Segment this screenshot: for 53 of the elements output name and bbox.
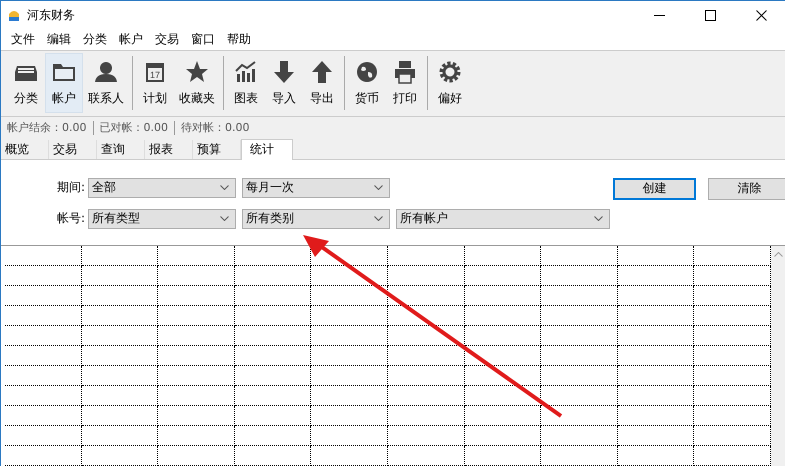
up-arrow-icon xyxy=(310,60,334,84)
down-arrow-icon xyxy=(272,60,296,84)
action-button[interactable]: 清除 xyxy=(708,178,785,200)
toolbar-button[interactable]: 收藏夹 xyxy=(174,53,220,114)
menu-item[interactable]: 窗口 xyxy=(185,31,221,48)
toolbar-button[interactable]: 17 计划 xyxy=(136,53,174,114)
scrollbar[interactable] xyxy=(771,246,785,466)
menu-item[interactable]: 帮助 xyxy=(221,31,257,48)
menu-item[interactable]: 分类 xyxy=(77,31,113,48)
chevron-down-icon xyxy=(374,185,383,190)
printer-icon xyxy=(393,60,417,84)
tab[interactable]: 报表 xyxy=(145,140,193,159)
toolbar-button[interactable]: 帐户 xyxy=(45,53,83,114)
tab[interactable]: 概览 xyxy=(1,140,49,159)
gear-icon xyxy=(438,60,462,84)
chevron-down-icon xyxy=(220,216,229,222)
chevron-down-icon xyxy=(374,216,383,222)
menu-item[interactable]: 编辑 xyxy=(41,31,77,48)
balance-text: 待对帐：0.00 xyxy=(181,120,250,136)
dropdown[interactable]: 全部 xyxy=(88,178,236,198)
menu-item[interactable]: 帐户 xyxy=(113,31,149,48)
tab[interactable]: 交易 xyxy=(49,140,97,159)
field-label: 帐号: xyxy=(56,210,85,228)
window-title: 河东财务 xyxy=(27,6,75,24)
globe-icon xyxy=(355,60,379,84)
close-icon xyxy=(756,10,767,21)
dropdown[interactable]: 所有类别 xyxy=(242,208,390,229)
chevron-down-icon xyxy=(220,185,229,190)
field-label: 期间: xyxy=(56,179,85,196)
chevron-up-icon xyxy=(774,252,782,258)
toolbar-button[interactable]: 打印 xyxy=(386,53,424,114)
person-icon xyxy=(94,60,118,84)
dropdown[interactable]: 所有类型 xyxy=(88,208,236,229)
toolbar-button[interactable]: 分类 xyxy=(7,53,45,114)
toolbar-button[interactable]: 导出 xyxy=(303,53,341,114)
dropdown[interactable]: 每月一次 xyxy=(242,178,390,198)
toolbar-button[interactable]: 联系人 xyxy=(83,53,129,114)
toolbar-button[interactable]: 导入 xyxy=(265,53,303,114)
tab[interactable]: 查询 xyxy=(97,140,145,159)
menu-item[interactable]: 交易 xyxy=(149,31,185,48)
dropdown[interactable]: 所有帐户 xyxy=(396,208,610,229)
bar-chart-icon xyxy=(234,60,258,84)
toolbar-button[interactable]: 偏好 xyxy=(431,53,469,114)
toolbar-button[interactable]: 图表 xyxy=(227,53,265,114)
chevron-down-icon xyxy=(594,216,603,222)
menu-item[interactable]: 文件 xyxy=(5,31,41,48)
balance-text: 帐户结余：0.00 xyxy=(7,120,86,136)
star-icon xyxy=(185,60,209,84)
tab[interactable]: 统计 xyxy=(241,138,293,160)
toolbar-button[interactable]: 货币 xyxy=(348,53,386,114)
action-button[interactable]: 创建 xyxy=(613,178,696,200)
balance-text: 已对帐：0.00 xyxy=(100,120,168,136)
maximize-icon xyxy=(705,10,716,21)
